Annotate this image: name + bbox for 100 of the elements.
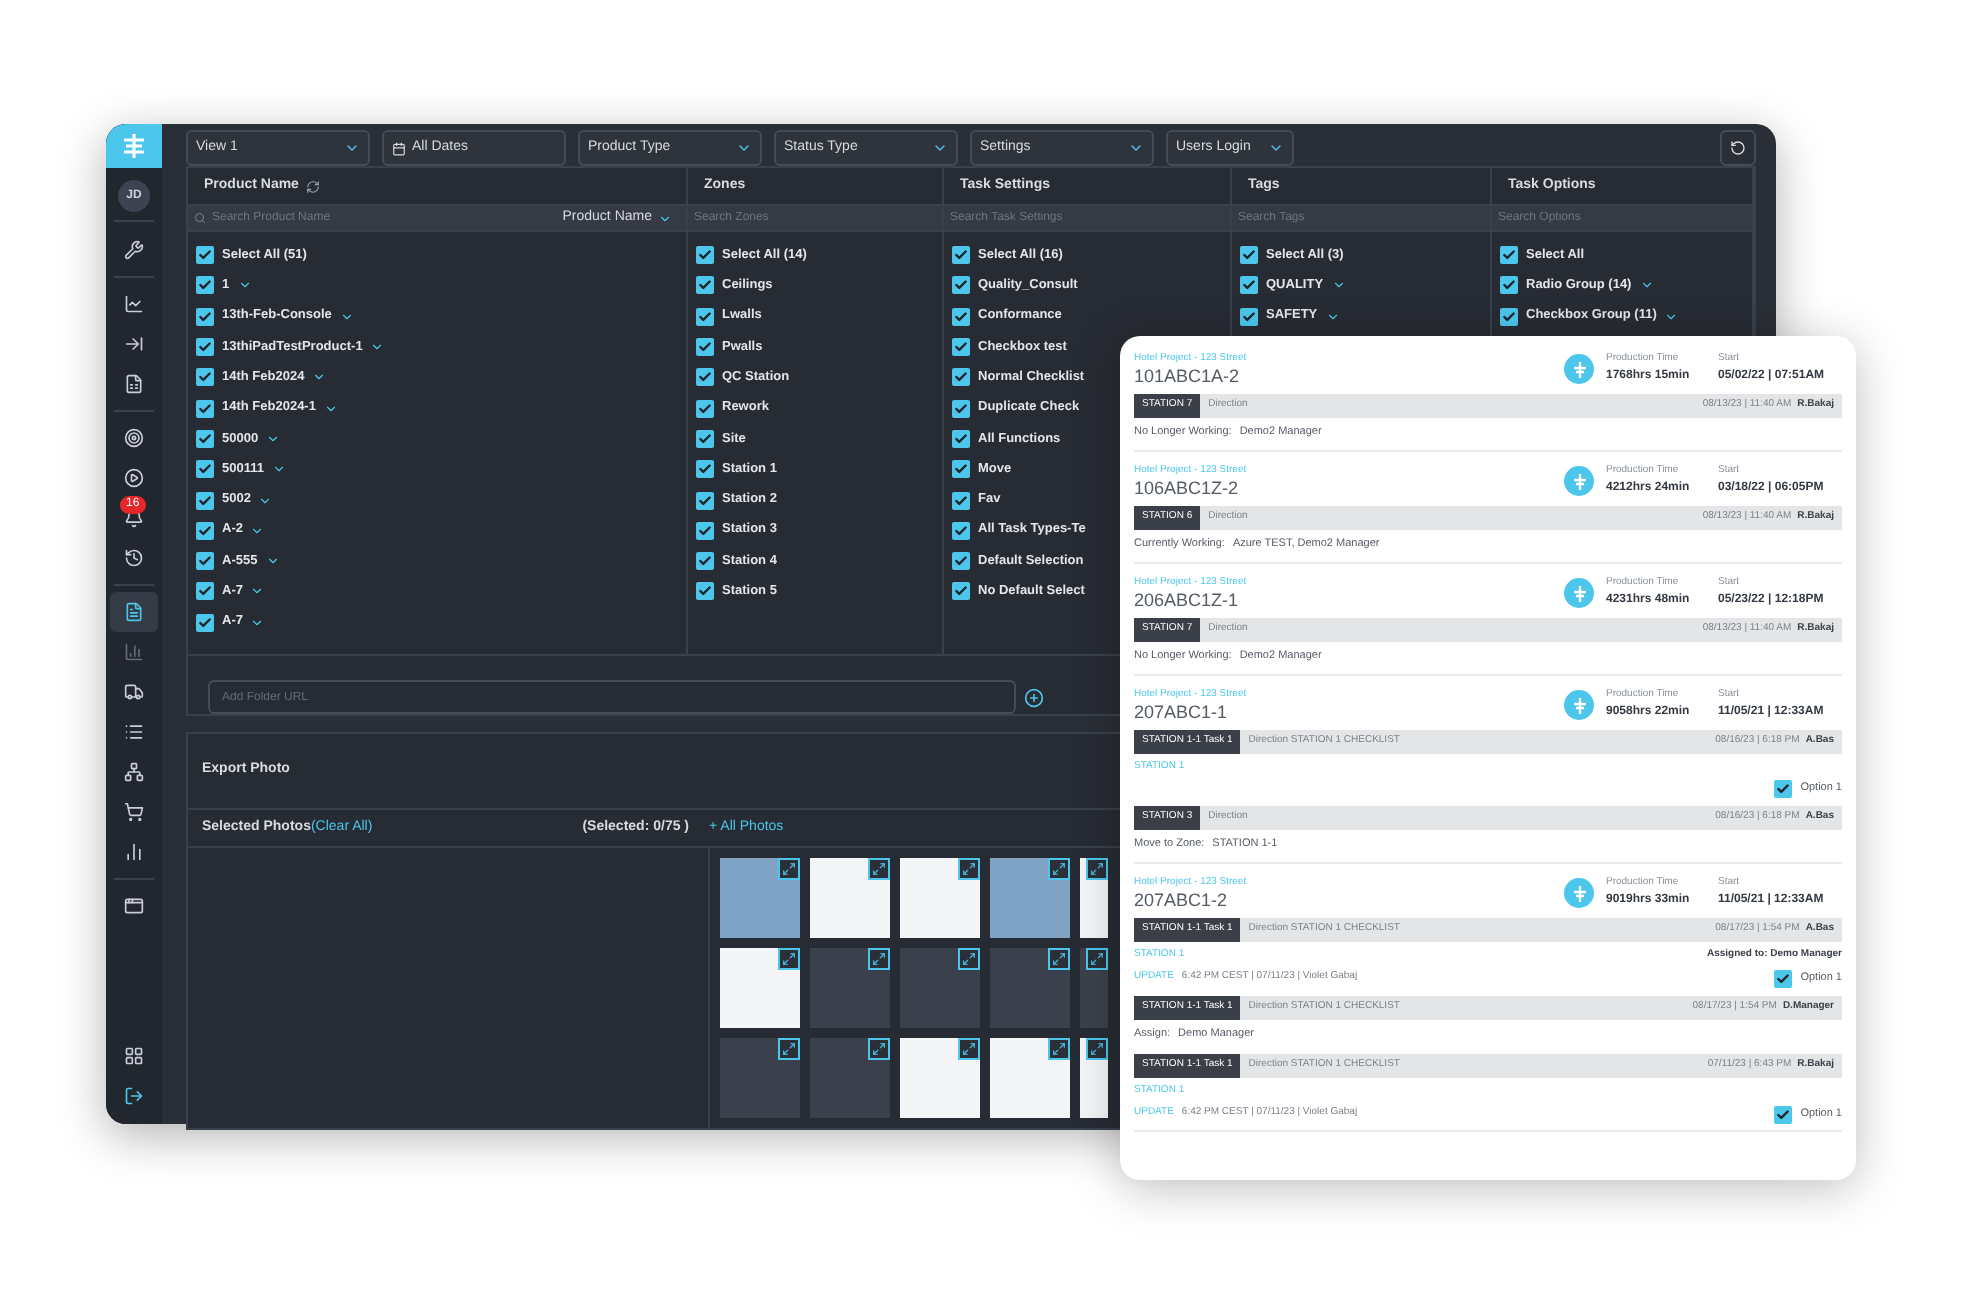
checkbox[interactable] [196, 552, 214, 571]
expand-icon[interactable] [237, 278, 252, 293]
screenshot-thumbnail[interactable] [810, 948, 890, 1028]
expand-icon[interactable] [1664, 309, 1679, 324]
document-thumbnail[interactable] [990, 1038, 1070, 1118]
checkbox[interactable] [696, 246, 714, 265]
expand-icon[interactable] [1048, 1038, 1070, 1060]
checkbox[interactable] [696, 338, 714, 357]
arrow-to-line-icon[interactable] [124, 334, 144, 354]
checkbox[interactable] [952, 429, 970, 448]
expand-icon[interactable] [1086, 948, 1108, 970]
expand-icon[interactable] [323, 401, 338, 416]
document-thumbnail[interactable] [900, 1038, 980, 1118]
expand-icon[interactable] [778, 858, 800, 880]
checkbox[interactable] [696, 491, 714, 510]
document-thumbnail[interactable] [1080, 1038, 1108, 1118]
expand-icon[interactable] [271, 462, 286, 477]
expand-icon[interactable] [312, 370, 327, 385]
expand-icon[interactable] [868, 948, 890, 970]
add-icon[interactable] [1024, 687, 1044, 707]
checkbox[interactable] [1240, 307, 1258, 326]
checkbox[interactable] [196, 246, 214, 265]
target-icon[interactable] [124, 428, 144, 448]
checkbox[interactable] [196, 460, 214, 479]
checkbox[interactable] [196, 368, 214, 387]
checkbox[interactable] [196, 276, 214, 295]
checkbox[interactable] [1774, 969, 1793, 987]
checkbox[interactable] [952, 582, 970, 601]
checkbox[interactable] [696, 460, 714, 479]
grid-icon[interactable] [124, 1046, 144, 1066]
checkbox[interactable] [1240, 276, 1258, 295]
screenshot-thumbnail[interactable] [810, 1038, 890, 1118]
checkbox[interactable] [196, 429, 214, 448]
expand-icon[interactable] [266, 431, 281, 446]
bar-chart-icon[interactable] [124, 842, 144, 862]
document-thumbnail[interactable] [900, 858, 980, 938]
screenshot-thumbnail[interactable] [1080, 948, 1108, 1028]
expand-icon[interactable] [339, 309, 354, 324]
expand-icon[interactable] [1639, 278, 1654, 293]
expand-icon[interactable] [1048, 858, 1070, 880]
checkbox[interactable] [1500, 246, 1518, 265]
expand-icon[interactable] [1325, 309, 1340, 324]
screenshot-thumbnail[interactable] [900, 948, 980, 1028]
checkbox[interactable] [952, 460, 970, 479]
checkbox[interactable] [952, 368, 970, 387]
expand-icon[interactable] [250, 615, 265, 630]
expand-icon[interactable] [958, 948, 980, 970]
expand-icon[interactable] [958, 858, 980, 880]
checkbox[interactable] [196, 613, 214, 632]
expand-icon[interactable] [868, 1038, 890, 1060]
checkbox[interactable] [952, 307, 970, 326]
checkbox[interactable] [196, 521, 214, 540]
window-icon[interactable] [124, 896, 144, 916]
cart-icon[interactable] [124, 802, 144, 822]
document-icon[interactable] [124, 602, 144, 622]
bell-icon[interactable] [124, 508, 144, 528]
expand-icon[interactable] [1331, 278, 1346, 293]
photo-placeholder[interactable] [990, 858, 1070, 938]
truck-icon[interactable] [124, 682, 144, 702]
checkbox[interactable] [196, 338, 214, 357]
document-thumbnail[interactable] [1080, 858, 1108, 938]
expand-icon[interactable] [1086, 1038, 1108, 1060]
expand-icon[interactable] [868, 858, 890, 880]
checkbox[interactable] [952, 521, 970, 540]
checkbox[interactable] [952, 491, 970, 510]
checkbox[interactable] [952, 276, 970, 295]
checkbox[interactable] [1774, 1105, 1793, 1123]
checkbox[interactable] [696, 368, 714, 387]
document-thumbnail[interactable] [720, 948, 800, 1028]
checkbox[interactable] [196, 491, 214, 510]
checkbox[interactable] [196, 399, 214, 418]
checkbox[interactable] [1500, 276, 1518, 295]
screenshot-thumbnail[interactable] [720, 1038, 800, 1118]
expand-icon[interactable] [1086, 858, 1108, 880]
logout-icon[interactable] [124, 1086, 144, 1106]
expand-icon[interactable] [778, 948, 800, 970]
document-thumbnail[interactable] [810, 858, 890, 938]
history-icon[interactable] [124, 548, 144, 568]
photo-placeholder[interactable] [720, 858, 800, 938]
checkbox[interactable] [952, 246, 970, 265]
spreadsheet-icon[interactable] [124, 374, 144, 394]
checkbox[interactable] [952, 399, 970, 418]
checkbox[interactable] [952, 552, 970, 571]
checkbox[interactable] [1500, 307, 1518, 326]
checkbox[interactable] [196, 307, 214, 326]
expand-icon[interactable] [370, 340, 385, 355]
play-icon[interactable] [124, 468, 144, 488]
checkbox[interactable] [696, 582, 714, 601]
checkbox[interactable] [696, 276, 714, 295]
checkbox[interactable] [696, 399, 714, 418]
expand-icon[interactable] [1048, 948, 1070, 970]
checkbox[interactable] [1774, 780, 1793, 798]
checkbox[interactable] [196, 582, 214, 601]
line-chart-icon[interactable] [124, 294, 144, 314]
list-icon[interactable] [124, 722, 144, 742]
wrench-icon[interactable] [124, 240, 144, 260]
checkbox[interactable] [696, 521, 714, 540]
checkbox[interactable] [696, 429, 714, 448]
checkbox[interactable] [952, 338, 970, 357]
screenshot-thumbnail[interactable] [990, 948, 1070, 1028]
